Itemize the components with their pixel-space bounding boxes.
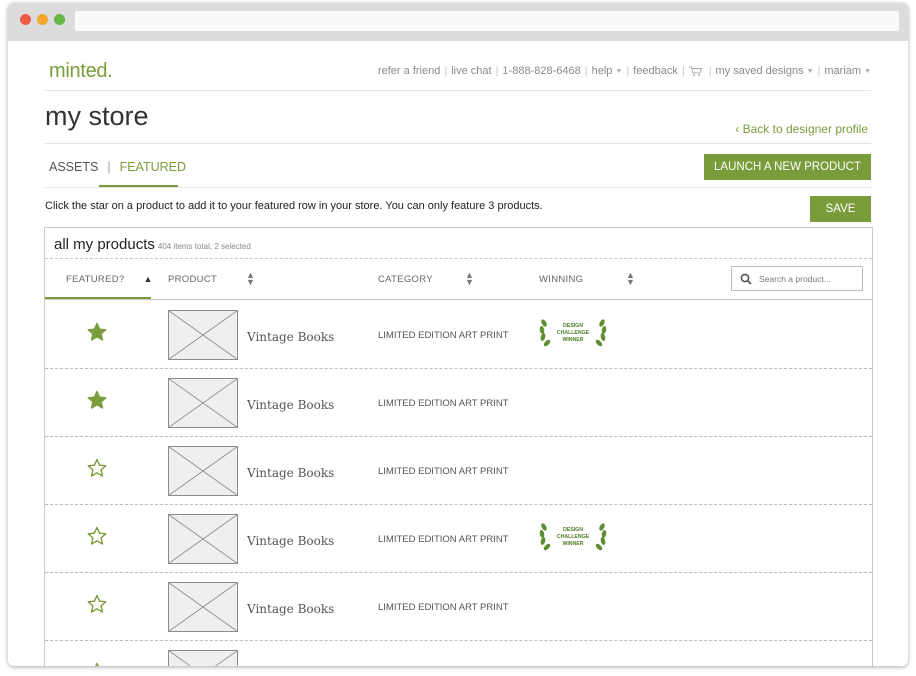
product-thumbnail-placeholder[interactable] bbox=[168, 514, 238, 564]
column-featured[interactable]: FEATURED? ▲ bbox=[66, 274, 153, 285]
product-row bbox=[45, 640, 872, 666]
star-outline-icon[interactable] bbox=[87, 662, 107, 666]
back-to-profile-link[interactable]: ‹ Back to designer profile bbox=[735, 122, 868, 136]
title-divider bbox=[45, 143, 871, 144]
close-window-button[interactable] bbox=[20, 14, 31, 25]
product-name[interactable]: Vintage Books bbox=[247, 330, 334, 344]
product-row: Vintage Books LIMITED EDITION ART PRINT … bbox=[45, 300, 872, 369]
launch-new-product-button[interactable]: LAUNCH A NEW PRODUCT bbox=[704, 154, 871, 180]
product-category: LIMITED EDITION ART PRINT bbox=[378, 398, 509, 409]
product-thumbnail-placeholder[interactable] bbox=[168, 378, 238, 428]
instructions-text: Click the star on a product to add it to… bbox=[45, 200, 543, 212]
chevron-down-icon: ▼ bbox=[864, 67, 871, 75]
tab-featured[interactable]: FEATURED bbox=[120, 160, 186, 174]
tab-divider: | bbox=[107, 160, 111, 174]
star-outline-icon[interactable] bbox=[87, 526, 107, 546]
store-tabs: ASSETS | FEATURED bbox=[49, 160, 186, 174]
browser-toolbar bbox=[8, 3, 908, 41]
star-filled-icon[interactable] bbox=[87, 322, 107, 342]
star-filled-icon[interactable] bbox=[87, 390, 107, 410]
chevron-down-icon: ▼ bbox=[615, 67, 623, 75]
maximize-window-button[interactable] bbox=[54, 14, 65, 25]
phone-number: 1-888-828-6468 bbox=[502, 65, 581, 77]
chevron-left-icon: ‹ bbox=[735, 122, 740, 136]
product-thumbnail-placeholder[interactable] bbox=[168, 582, 238, 632]
sort-icon[interactable]: ▲ ▼ bbox=[465, 271, 474, 287]
sort-ascending-icon[interactable]: ▲ bbox=[143, 274, 152, 284]
browser-window: minted. refer a friend | live chat | 1-8… bbox=[8, 3, 908, 666]
user-menu[interactable]: mariam bbox=[824, 65, 861, 77]
minimize-window-button[interactable] bbox=[37, 14, 48, 25]
product-category: LIMITED EDITION ART PRINT bbox=[378, 602, 509, 613]
cart-icon[interactable] bbox=[688, 66, 703, 77]
product-thumbnail-placeholder[interactable] bbox=[168, 446, 238, 496]
product-name[interactable]: Vintage Books bbox=[247, 466, 334, 480]
page-content: minted. refer a friend | live chat | 1-8… bbox=[8, 41, 908, 666]
panel-title: all my products 404 items total, 2 select… bbox=[54, 236, 251, 253]
header-divider bbox=[45, 90, 871, 91]
refer-a-friend-link[interactable]: refer a friend bbox=[378, 65, 440, 77]
product-name[interactable]: Vintage Books bbox=[247, 602, 334, 616]
chevron-down-icon: ▼ bbox=[806, 67, 814, 75]
column-category[interactable]: CATEGORY bbox=[378, 274, 433, 285]
item-count: 404 items total, 2 selected bbox=[157, 242, 251, 251]
top-navigation: refer a friend | live chat | 1-888-828-6… bbox=[377, 65, 871, 77]
svg-text:CHALLENGE: CHALLENGE bbox=[557, 330, 590, 336]
product-row: Vintage Books LIMITED EDITION ART PRINT bbox=[45, 436, 872, 505]
address-bar[interactable] bbox=[75, 11, 899, 31]
feedback-link[interactable]: feedback bbox=[633, 65, 678, 77]
design-challenge-winner-badge: DESIGN CHALLENGE WINNER bbox=[539, 319, 607, 347]
search-icon bbox=[740, 273, 752, 285]
star-outline-icon[interactable] bbox=[87, 594, 107, 614]
design-challenge-winner-badge: DESIGN CHALLENGE WINNER bbox=[539, 523, 607, 551]
product-row: Vintage Books LIMITED EDITION ART PRINT bbox=[45, 572, 872, 641]
minted-logo[interactable]: minted. bbox=[49, 60, 113, 83]
product-category: LIMITED EDITION ART PRINT bbox=[378, 534, 509, 545]
product-thumbnail-placeholder[interactable] bbox=[168, 310, 238, 360]
tabs-divider bbox=[45, 187, 871, 188]
svg-text:DESIGN: DESIGN bbox=[563, 323, 583, 329]
panel-title-divider bbox=[45, 258, 872, 259]
product-name[interactable]: Vintage Books bbox=[247, 398, 334, 412]
product-category: LIMITED EDITION ART PRINT bbox=[378, 466, 509, 477]
product-row: Vintage Books LIMITED EDITION ART PRINT bbox=[45, 368, 872, 437]
svg-text:DESIGN: DESIGN bbox=[563, 527, 583, 533]
products-panel: all my products 404 items total, 2 select… bbox=[44, 227, 873, 666]
product-thumbnail-placeholder[interactable] bbox=[168, 650, 238, 666]
search-placeholder: Search a product... bbox=[759, 273, 831, 284]
search-input[interactable]: Search a product... bbox=[731, 266, 863, 291]
svg-text:WINNER: WINNER bbox=[562, 541, 583, 547]
star-outline-icon[interactable] bbox=[87, 458, 107, 478]
column-product[interactable]: PRODUCT bbox=[168, 274, 217, 285]
live-chat-link[interactable]: live chat bbox=[451, 65, 491, 77]
sort-icon[interactable]: ▲ ▼ bbox=[246, 271, 255, 287]
tab-assets[interactable]: ASSETS bbox=[49, 160, 98, 174]
svg-text:CHALLENGE: CHALLENGE bbox=[557, 534, 590, 540]
product-category: LIMITED EDITION ART PRINT bbox=[378, 330, 509, 341]
save-button[interactable]: SAVE bbox=[810, 196, 871, 222]
column-winning[interactable]: WINNING bbox=[539, 274, 583, 285]
sort-icon[interactable]: ▲ ▼ bbox=[626, 271, 635, 287]
saved-designs-menu[interactable]: my saved designs bbox=[716, 65, 804, 77]
page-title: my store bbox=[45, 101, 149, 131]
product-name[interactable]: Vintage Books bbox=[247, 534, 334, 548]
svg-text:WINNER: WINNER bbox=[562, 337, 583, 343]
help-menu[interactable]: help bbox=[592, 65, 613, 77]
product-row: Vintage Books LIMITED EDITION ART PRINT … bbox=[45, 504, 872, 573]
